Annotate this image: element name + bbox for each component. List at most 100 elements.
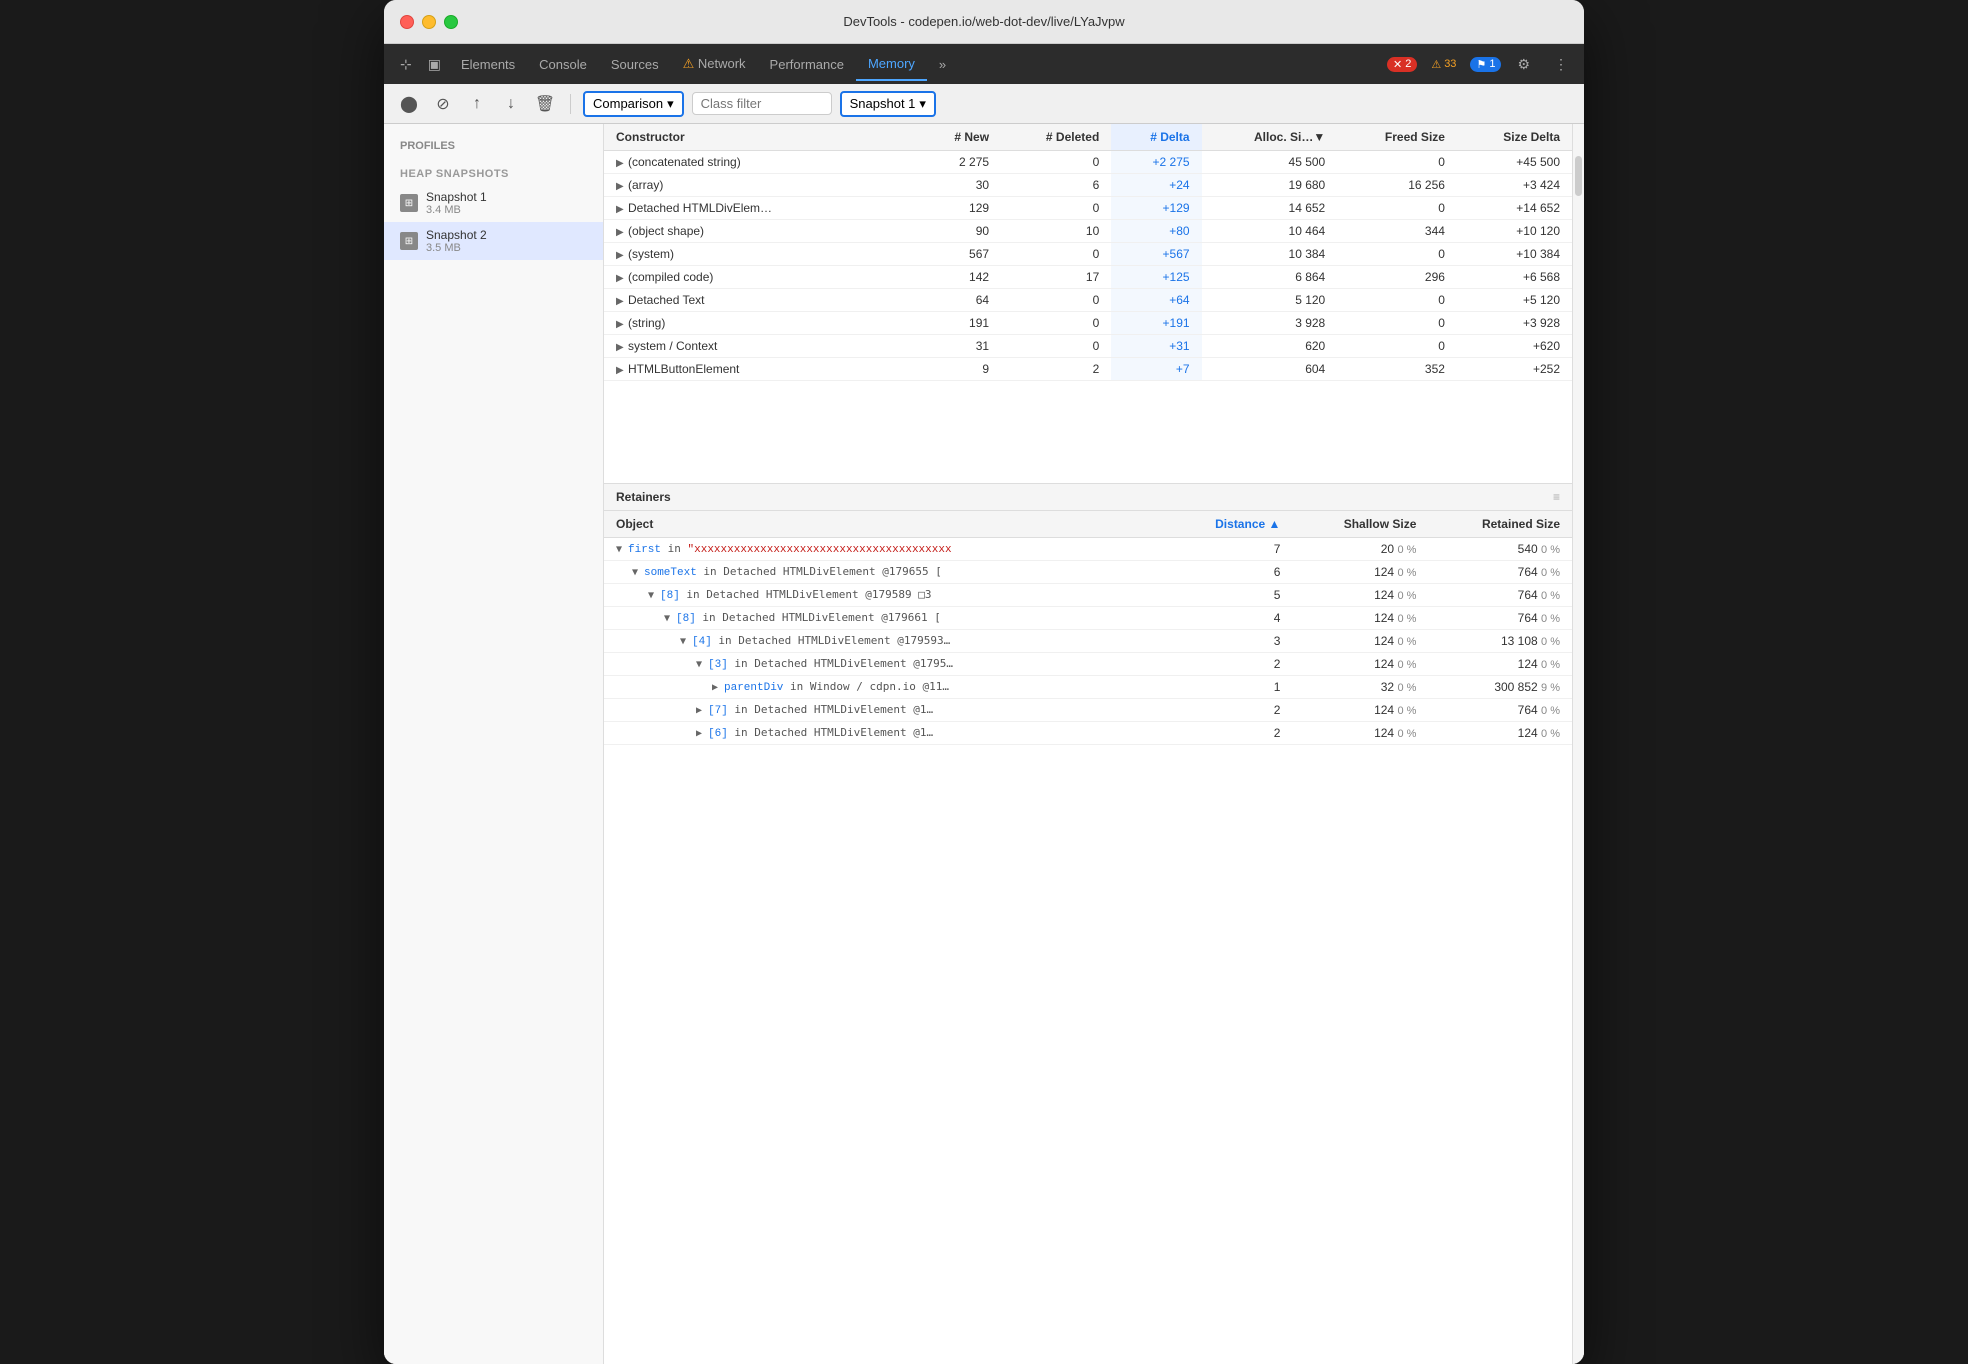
retainer-key: [3] — [708, 659, 728, 671]
retainer-row[interactable]: ▶ [7] in Detached HTMLDivElement @1… 2 1… — [604, 699, 1572, 722]
retainer-row[interactable]: ▼ [8] in Detached HTMLDivElement @179661… — [604, 607, 1572, 630]
shallow-pct: 0 % — [1397, 636, 1416, 648]
cell-new: 2 275 — [917, 151, 1001, 174]
retainer-row[interactable]: ▶ [6] in Detached HTMLDivElement @1… 2 1… — [604, 722, 1572, 745]
retainer-expand[interactable]: ▶ — [712, 682, 724, 693]
clear-button[interactable]: ⊘ — [430, 91, 456, 117]
cell-shallow-size: 124 0 % — [1292, 699, 1428, 722]
retainer-expand[interactable]: ▼ — [632, 567, 644, 578]
sidebar-item-snapshot2[interactable]: ⊞ Snapshot 2 3.5 MB — [384, 222, 603, 260]
retainer-row[interactable]: ▼ someText in Detached HTMLDivElement @1… — [604, 561, 1572, 584]
col-delta[interactable]: # Delta — [1111, 124, 1201, 151]
cell-delta: +567 — [1111, 243, 1201, 266]
row-expand-arrow[interactable]: ▶ — [616, 273, 628, 284]
retainer-row[interactable]: ▼ [8] in Detached HTMLDivElement @179589… — [604, 584, 1572, 607]
table-row[interactable]: ▶ (object shape) 90 10 +80 10 464 344 +1… — [604, 220, 1572, 243]
cell-delta: +129 — [1111, 197, 1201, 220]
col-shallow-size[interactable]: Shallow Size — [1292, 511, 1428, 538]
retainer-in-text: in Detached HTMLDivElement @179655 [ — [697, 565, 942, 578]
minimize-button[interactable] — [422, 15, 436, 29]
col-deleted[interactable]: # Deleted — [1001, 124, 1111, 151]
table-row[interactable]: ▶ Detached Text 64 0 +64 5 120 0 +5 120 — [604, 289, 1572, 312]
retainer-row[interactable]: ▼ [3] in Detached HTMLDivElement @1795… … — [604, 653, 1572, 676]
class-filter-input[interactable] — [692, 92, 832, 115]
tab-network[interactable]: ⚠ Network — [671, 48, 758, 80]
cell-freed-size: 0 — [1337, 197, 1457, 220]
data-panel: Constructor # New # Deleted # Delta Allo… — [604, 124, 1572, 1364]
inspect-icon[interactable]: ▣ — [420, 52, 449, 77]
cell-retainer-object: ▼ [8] in Detached HTMLDivElement @179589… — [604, 584, 1167, 607]
cell-retained-size: 764 0 % — [1428, 561, 1572, 584]
table-row[interactable]: ▶ system / Context 31 0 +31 620 0 +620 — [604, 335, 1572, 358]
retainer-expand[interactable]: ▼ — [648, 590, 660, 601]
retainer-key: [7] — [708, 705, 728, 717]
cell-alloc-size: 45 500 — [1202, 151, 1338, 174]
retainer-expand[interactable]: ▼ — [696, 659, 708, 670]
tab-elements[interactable]: Elements — [449, 49, 527, 80]
col-size-delta[interactable]: Size Delta — [1457, 124, 1572, 151]
tab-more[interactable]: » — [927, 49, 958, 80]
row-expand-arrow[interactable]: ▶ — [616, 158, 628, 169]
tab-console[interactable]: Console — [527, 49, 599, 80]
retainer-expand[interactable]: ▼ — [680, 636, 692, 647]
col-object[interactable]: Object — [604, 511, 1167, 538]
col-alloc-size[interactable]: Alloc. Si…▼ — [1202, 124, 1338, 151]
network-warning-icon: ⚠ — [683, 56, 698, 71]
sidebar-item-snapshot1[interactable]: ⊞ Snapshot 1 3.4 MB — [384, 184, 603, 222]
row-expand-arrow[interactable]: ▶ — [616, 319, 628, 330]
maximize-button[interactable] — [444, 15, 458, 29]
row-expand-arrow[interactable]: ▶ — [616, 250, 628, 261]
cell-delta: +64 — [1111, 289, 1201, 312]
retainers-table[interactable]: Object Distance ▲ Shallow Size Retained … — [604, 511, 1572, 804]
cell-alloc-size: 3 928 — [1202, 312, 1338, 335]
collect-garbage-button[interactable]: 🗑 — [532, 91, 558, 117]
table-row[interactable]: ▶ (array) 30 6 +24 19 680 16 256 +3 424 — [604, 174, 1572, 197]
upload-button[interactable]: ↑ — [464, 91, 490, 117]
row-expand-arrow[interactable]: ▶ — [616, 296, 628, 307]
snapshot1-info: Snapshot 1 3.4 MB — [426, 190, 487, 216]
table-row[interactable]: ▶ (system) 567 0 +567 10 384 0 +10 384 — [604, 243, 1572, 266]
row-expand-arrow[interactable]: ▶ — [616, 365, 628, 376]
more-options-icon[interactable]: ⋮ — [1546, 52, 1576, 77]
retainer-expand[interactable]: ▼ — [616, 544, 628, 555]
heap-table[interactable]: Constructor # New # Deleted # Delta Allo… — [604, 124, 1572, 484]
col-freed-size[interactable]: Freed Size — [1337, 124, 1457, 151]
retainer-in-text: in — [661, 542, 688, 555]
retainer-key: [4] — [692, 636, 712, 648]
retainer-row[interactable]: ▼ [4] in Detached HTMLDivElement @179593… — [604, 630, 1572, 653]
cell-distance: 6 — [1167, 561, 1293, 584]
col-constructor[interactable]: Constructor — [604, 124, 917, 151]
cursor-icon[interactable]: ⊹ — [392, 52, 420, 77]
table-row[interactable]: ▶ (string) 191 0 +191 3 928 0 +3 928 — [604, 312, 1572, 335]
retainer-expand[interactable]: ▶ — [696, 705, 708, 716]
close-button[interactable] — [400, 15, 414, 29]
tab-sources[interactable]: Sources — [599, 49, 671, 80]
retainer-row[interactable]: ▶ parentDiv in Window / cdpn.io @11… 1 3… — [604, 676, 1572, 699]
table-row[interactable]: ▶ HTMLButtonElement 9 2 +7 604 352 +252 — [604, 358, 1572, 381]
record-button[interactable]: ⬤ — [396, 91, 422, 117]
snapshot-dropdown[interactable]: Snapshot 1 ▾ — [840, 91, 936, 117]
table-row[interactable]: ▶ Detached HTMLDivElem… 129 0 +129 14 65… — [604, 197, 1572, 220]
table-row[interactable]: ▶ (compiled code) 142 17 +125 6 864 296 … — [604, 266, 1572, 289]
traffic-lights — [400, 15, 458, 29]
row-expand-arrow[interactable]: ▶ — [616, 227, 628, 238]
shallow-pct: 0 % — [1397, 659, 1416, 671]
comparison-dropdown[interactable]: Comparison ▾ — [583, 91, 684, 117]
settings-icon[interactable]: ⚙ — [1509, 52, 1538, 77]
retainer-expand[interactable]: ▶ — [696, 728, 708, 739]
row-expand-arrow[interactable]: ▶ — [616, 204, 628, 215]
table-row[interactable]: ▶ (concatenated string) 2 275 0 +2 275 4… — [604, 151, 1572, 174]
retainer-row[interactable]: ▼ first in "xxxxxxxxxxxxxxxxxxxxxxxxxxxx… — [604, 538, 1572, 561]
cell-retainer-object: ▼ [3] in Detached HTMLDivElement @1795… — [604, 653, 1167, 676]
tab-performance[interactable]: Performance — [758, 49, 856, 80]
col-distance[interactable]: Distance ▲ — [1167, 511, 1293, 538]
col-new[interactable]: # New — [917, 124, 1001, 151]
snapshot2-size: 3.5 MB — [426, 242, 487, 254]
col-retained-size[interactable]: Retained Size — [1428, 511, 1572, 538]
download-button[interactable]: ↓ — [498, 91, 524, 117]
scrollbar[interactable] — [1572, 124, 1584, 1364]
row-expand-arrow[interactable]: ▶ — [616, 181, 628, 192]
tab-memory[interactable]: Memory — [856, 48, 927, 81]
retainer-expand[interactable]: ▼ — [664, 613, 676, 624]
row-expand-arrow[interactable]: ▶ — [616, 342, 628, 353]
